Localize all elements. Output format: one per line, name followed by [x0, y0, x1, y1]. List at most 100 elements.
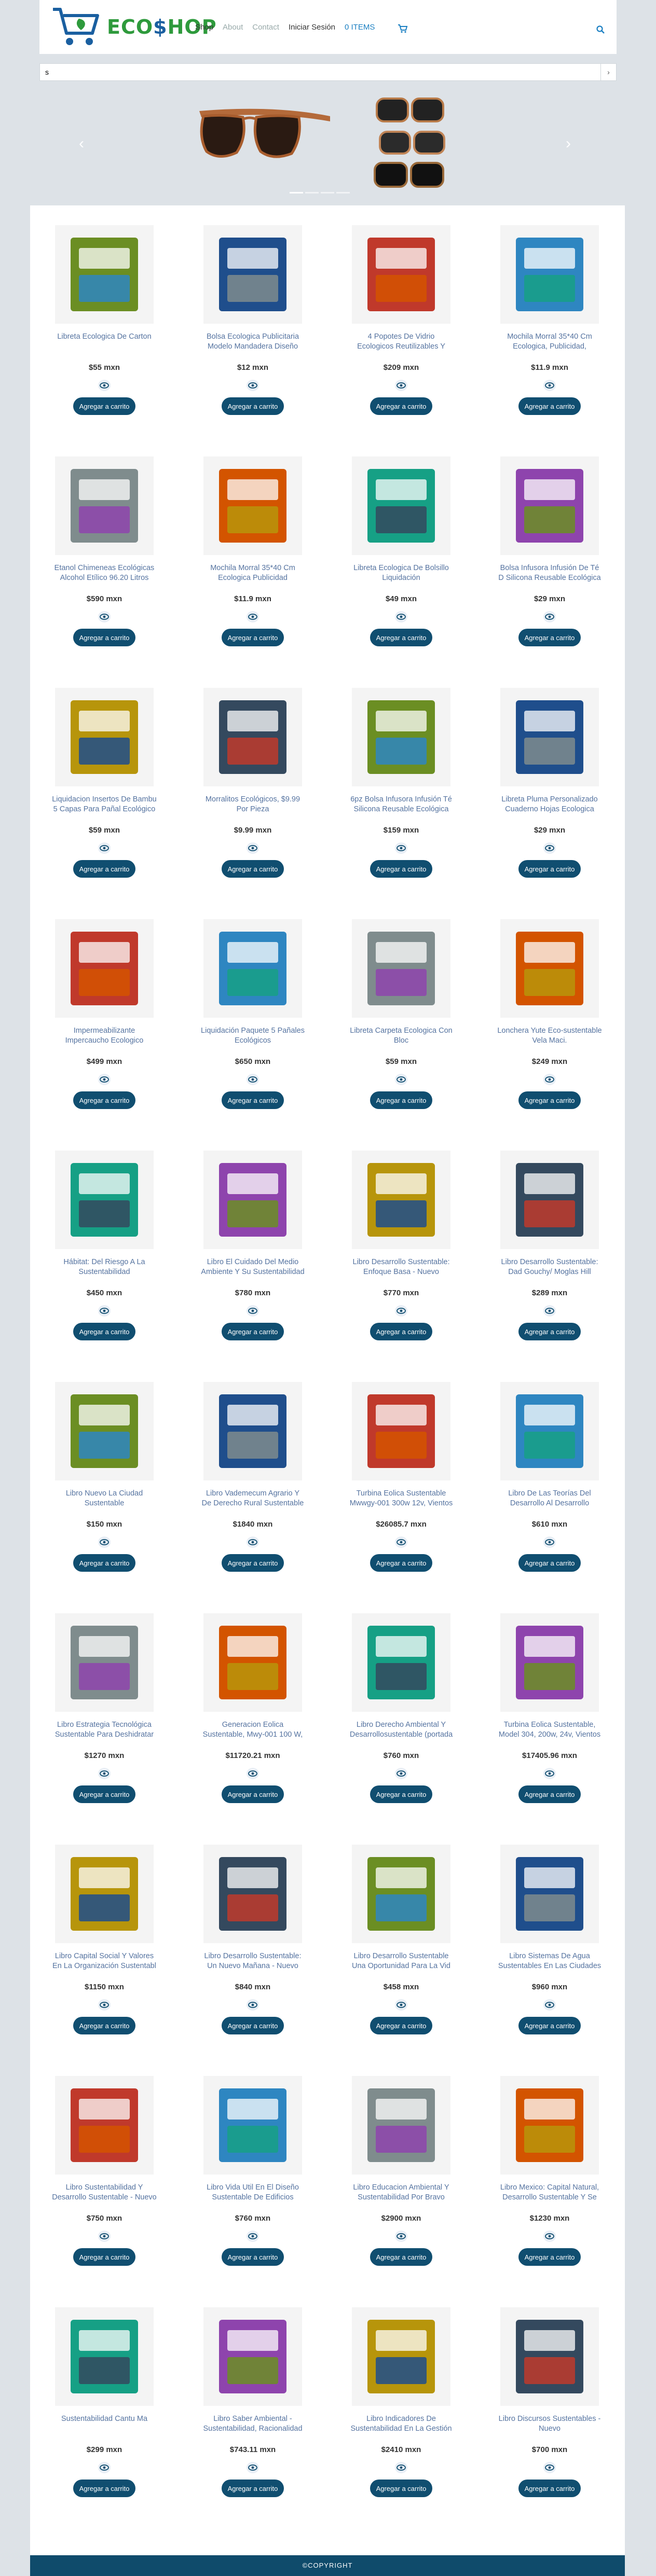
add-to-cart-button[interactable]: Agregar a carrito — [73, 860, 135, 878]
view-eye-icon[interactable] — [395, 842, 407, 854]
product-image[interactable] — [203, 1382, 302, 1480]
add-to-cart-button[interactable]: Agregar a carrito — [222, 1323, 284, 1340]
carousel-prev-button[interactable]: ‹ — [79, 135, 84, 153]
nav-contact[interactable]: Contact — [252, 23, 279, 32]
product-image[interactable] — [500, 919, 599, 1018]
view-eye-icon[interactable] — [247, 1305, 259, 1317]
add-to-cart-button[interactable]: Agregar a carrito — [370, 2017, 432, 2034]
product-card[interactable]: Libro Vademecum Agrario Y De Derecho Rur… — [179, 1362, 327, 1594]
product-card[interactable]: Etanol Chimeneas Ecológicas Alcohol Etíl… — [30, 437, 179, 668]
view-eye-icon[interactable] — [98, 1999, 111, 2011]
product-card[interactable]: Bolsa Infusora Infusión De Té D Silicona… — [475, 437, 624, 668]
product-image[interactable] — [500, 1613, 599, 1712]
view-eye-icon[interactable] — [543, 1536, 556, 1548]
product-card[interactable]: Libro De Las Teorías Del Desarrollo Al D… — [475, 1362, 624, 1594]
view-eye-icon[interactable] — [395, 1999, 407, 2011]
product-card[interactable]: Turbina Eolica Sustentable, Model 304, 2… — [475, 1594, 624, 1825]
view-eye-icon[interactable] — [395, 2231, 407, 2242]
carousel-indicator[interactable] — [290, 192, 303, 193]
add-to-cart-button[interactable]: Agregar a carrito — [370, 1091, 432, 1109]
add-to-cart-button[interactable]: Agregar a carrito — [518, 2248, 581, 2266]
view-eye-icon[interactable] — [247, 611, 259, 622]
view-eye-icon[interactable] — [98, 1305, 111, 1317]
add-to-cart-button[interactable]: Agregar a carrito — [222, 1785, 284, 1803]
product-card[interactable]: Libro Mexico: Capital Natural, Desarroll… — [475, 2056, 624, 2288]
product-card[interactable]: Hábitat: Del Riesgo A La Sustentabilidad… — [30, 1131, 179, 1362]
logo[interactable]: ECO$HOP — [50, 3, 216, 51]
product-name[interactable]: Libro Capital Social Y Valores En La Org… — [52, 1951, 157, 1971]
product-name[interactable]: 4 Popotes De Vidrio Ecologicos Reutiliza… — [349, 332, 454, 353]
product-image[interactable] — [500, 2076, 599, 2175]
product-card[interactable]: Lonchera Yute Eco-sustentable Vela Maci.… — [475, 899, 624, 1131]
product-image[interactable] — [352, 1382, 450, 1480]
carousel-indicator[interactable] — [336, 192, 350, 193]
product-name[interactable]: Libro Discursos Sustentables - Nuevo — [497, 2414, 602, 2434]
view-eye-icon[interactable] — [543, 842, 556, 854]
product-name[interactable]: Libro Saber Ambiental - Sustentabilidad,… — [200, 2414, 305, 2435]
add-to-cart-button[interactable]: Agregar a carrito — [73, 2017, 135, 2034]
product-name[interactable]: Mochila Morral 35*40 Cm Ecologica Public… — [200, 563, 305, 584]
search-submit-button[interactable]: › — [600, 64, 616, 80]
product-name[interactable]: Libro Sustentabilidad Y Desarrollo Suste… — [52, 2183, 157, 2203]
add-to-cart-button[interactable]: Agregar a carrito — [73, 1091, 135, 1109]
view-eye-icon[interactable] — [98, 380, 111, 391]
product-name[interactable]: Libro Vademecum Agrario Y De Derecho Rur… — [200, 1489, 305, 1509]
product-name[interactable]: Libro Desarrollo Sustentable: Enfoque Ba… — [349, 1257, 454, 1277]
product-name[interactable]: Impermeabilizante Impercaucho Ecologico — [52, 1026, 157, 1046]
view-eye-icon[interactable] — [247, 842, 259, 854]
search-input[interactable] — [40, 64, 602, 80]
product-name[interactable]: Libro Estrategia Tecnológica Sustentable… — [52, 1720, 157, 1740]
carousel-indicator[interactable] — [321, 192, 334, 193]
view-eye-icon[interactable] — [98, 1536, 111, 1548]
product-image[interactable] — [352, 456, 450, 555]
add-to-cart-button[interactable]: Agregar a carrito — [518, 860, 581, 878]
product-image[interactable] — [500, 1382, 599, 1480]
add-to-cart-button[interactable]: Agregar a carrito — [370, 2480, 432, 2497]
product-image[interactable] — [55, 1382, 154, 1480]
product-image[interactable] — [352, 225, 450, 324]
view-eye-icon[interactable] — [247, 380, 259, 391]
product-name[interactable]: Libro Vida Util En El Diseño Sustentable… — [200, 2183, 305, 2203]
product-image[interactable] — [352, 1151, 450, 1249]
product-card[interactable]: Impermeabilizante Impercaucho Ecologico $… — [30, 899, 179, 1131]
product-image[interactable] — [500, 2307, 599, 2406]
view-eye-icon[interactable] — [98, 611, 111, 622]
product-card[interactable]: Libro Sistemas De Agua Sustentables En L… — [475, 1825, 624, 2056]
add-to-cart-button[interactable]: Agregar a carrito — [222, 1554, 284, 1572]
view-eye-icon[interactable] — [98, 2231, 111, 2242]
cart-icon[interactable] — [398, 24, 408, 33]
add-to-cart-button[interactable]: Agregar a carrito — [370, 1554, 432, 1572]
product-name[interactable]: Etanol Chimeneas Ecológicas Alcohol Etíl… — [52, 563, 157, 583]
product-image[interactable] — [203, 1151, 302, 1249]
view-eye-icon[interactable] — [543, 611, 556, 622]
product-name[interactable]: Lonchera Yute Eco-sustentable Vela Maci. — [497, 1026, 602, 1046]
product-image[interactable] — [55, 2307, 154, 2406]
view-eye-icon[interactable] — [98, 1074, 111, 1085]
product-image[interactable] — [352, 2307, 450, 2406]
view-eye-icon[interactable] — [543, 1305, 556, 1317]
view-eye-icon[interactable] — [543, 1768, 556, 1779]
product-card[interactable]: Libro Capital Social Y Valores En La Org… — [30, 1825, 179, 2056]
product-name[interactable]: Mochila Morral 35*40 Cm Ecologica, Publi… — [497, 332, 602, 353]
product-name[interactable]: Bolsa Infusora Infusión De Té D Silicona… — [497, 563, 602, 583]
add-to-cart-button[interactable]: Agregar a carrito — [222, 860, 284, 878]
product-card[interactable]: Libro Desarrollo Sustentable Una Oportun… — [327, 1825, 475, 2056]
add-to-cart-button[interactable]: Agregar a carrito — [518, 1785, 581, 1803]
search-icon[interactable] — [596, 25, 605, 34]
view-eye-icon[interactable] — [247, 1536, 259, 1548]
product-card[interactable]: Liquidacion Insertos De Bambu 5 Capas Pa… — [30, 668, 179, 899]
product-name[interactable]: Libro Educacion Ambiental Y Sustentabili… — [349, 2183, 454, 2203]
carousel-next-button[interactable]: › — [566, 135, 571, 153]
product-card[interactable]: Turbina Eolica Sustentable Mwwgy-001 300… — [327, 1362, 475, 1594]
product-name[interactable]: Hábitat: Del Riesgo A La Sustentabilidad… — [52, 1257, 157, 1278]
product-card[interactable]: Libro Nuevo La Ciudad Sustentable $150 mx… — [30, 1362, 179, 1594]
view-eye-icon[interactable] — [395, 611, 407, 622]
product-card[interactable]: Libro Discursos Sustentables - Nuevo $700… — [475, 2288, 624, 2519]
product-card[interactable]: Libro Desarrollo Sustentable: Un Nuevo M… — [179, 1825, 327, 2056]
product-image[interactable] — [500, 1151, 599, 1249]
view-eye-icon[interactable] — [543, 380, 556, 391]
product-image[interactable] — [55, 919, 154, 1018]
add-to-cart-button[interactable]: Agregar a carrito — [518, 397, 581, 415]
add-to-cart-button[interactable]: Agregar a carrito — [73, 1323, 135, 1340]
product-image[interactable] — [203, 456, 302, 555]
